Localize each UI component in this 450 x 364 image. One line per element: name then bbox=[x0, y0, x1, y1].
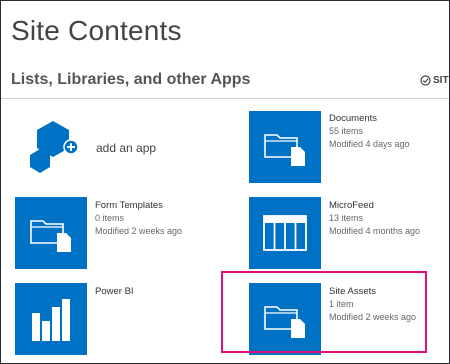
highlight-box bbox=[221, 271, 427, 353]
app-modified: Modified 4 months ago bbox=[329, 226, 421, 236]
app-item-count: 55 items bbox=[329, 126, 364, 136]
folder-document-icon bbox=[264, 134, 305, 166]
section-title: Lists, Libraries, and other Apps bbox=[11, 71, 251, 88]
app-modified: Modified 2 weeks ago bbox=[95, 226, 183, 236]
app-tile-form-templates[interactable] bbox=[15, 197, 87, 269]
settings-check-icon bbox=[420, 75, 431, 86]
app-tile-documents[interactable] bbox=[249, 111, 321, 183]
app-item-count: 13 items bbox=[329, 213, 364, 223]
app-name[interactable]: Power BI bbox=[95, 285, 134, 298]
app-name[interactable]: Form Templates bbox=[95, 199, 182, 212]
add-app-icon bbox=[30, 121, 79, 173]
app-tile-microfeed[interactable] bbox=[249, 197, 321, 269]
folder-document-icon bbox=[30, 220, 71, 252]
app-info-form-templates: Form Templates 0 items Modified 2 weeks … bbox=[95, 199, 182, 238]
page-title: Site Contents bbox=[11, 15, 182, 46]
app-name[interactable]: Documents bbox=[329, 112, 410, 125]
add-app-tile[interactable] bbox=[27, 119, 83, 175]
app-info-documents: Documents 55 items Modified 4 days ago bbox=[329, 112, 410, 151]
app-item-count: 0 items bbox=[95, 213, 125, 223]
settings-link[interactable]: SIT bbox=[420, 75, 449, 86]
app-tile-power-bi[interactable] bbox=[15, 283, 87, 355]
site-contents-window: Site Contents Lists, Libraries, and othe… bbox=[0, 0, 450, 364]
list-table-icon bbox=[263, 215, 307, 251]
add-app-label[interactable]: add an app bbox=[96, 141, 156, 155]
app-name[interactable]: MicroFeed bbox=[329, 199, 420, 212]
app-modified: Modified 4 days ago bbox=[329, 139, 410, 149]
app-info-microfeed: MicroFeed 13 items Modified 4 months ago bbox=[329, 199, 420, 238]
section-divider bbox=[1, 98, 449, 99]
settings-label: SIT bbox=[433, 75, 449, 86]
app-info-power-bi: Power BI bbox=[95, 285, 134, 298]
bar-chart-icon bbox=[32, 299, 70, 341]
